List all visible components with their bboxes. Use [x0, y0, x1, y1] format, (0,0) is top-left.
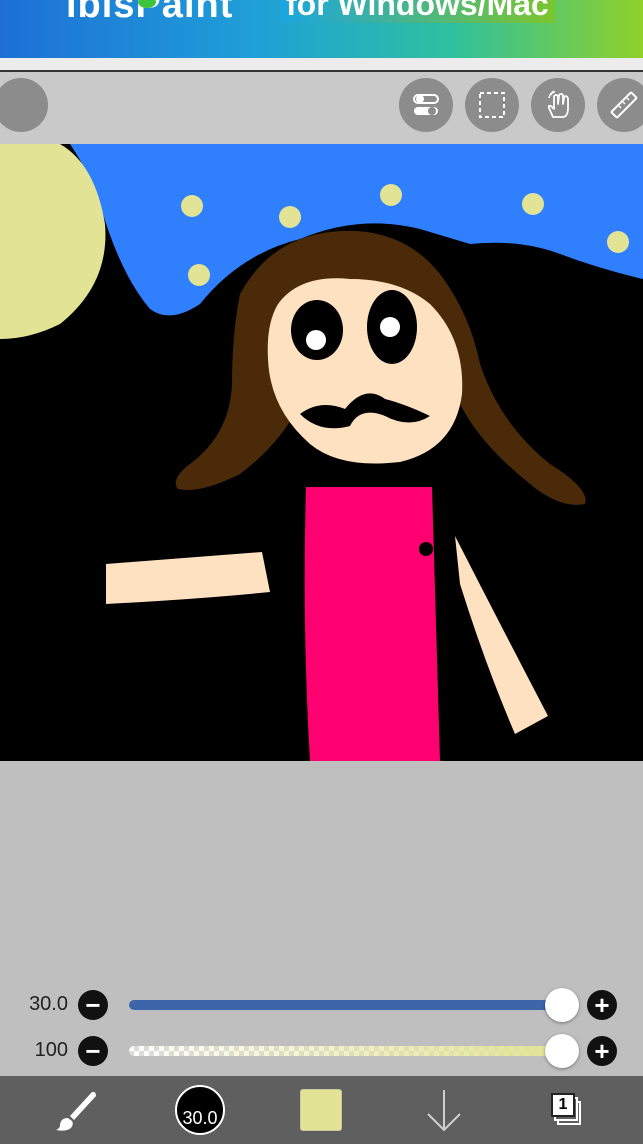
opacity-slider: 100 − + — [0, 1031, 643, 1071]
hand-icon — [547, 90, 569, 118]
plus-icon: + — [594, 1036, 610, 1066]
bottom-toolbar: 30.0 1 — [0, 1076, 643, 1144]
plus-icon: + — [594, 990, 610, 1020]
minus-icon: − — [85, 990, 101, 1020]
ruler-button[interactable] — [597, 78, 643, 132]
banner-divider — [0, 58, 643, 72]
artwork — [0, 144, 643, 761]
opacity-track[interactable] — [129, 1046, 562, 1056]
shirt — [304, 487, 440, 761]
ruler-icon — [610, 91, 638, 119]
brush-size-slider: 30.0 − + — [0, 985, 643, 1025]
brush-size-indicator: 30.0 — [175, 1085, 225, 1135]
banner-slogan: for Windows/Mac — [280, 0, 555, 23]
opacity-value: 100 — [34, 1039, 68, 1061]
toggle-icon — [413, 94, 439, 115]
hand-button[interactable] — [531, 78, 585, 132]
brush-size-knob[interactable] — [545, 988, 579, 1022]
down-arrow-icon — [427, 1090, 461, 1132]
brush-size-button[interactable]: 30.0 — [170, 1076, 230, 1144]
top-toolbar — [0, 72, 643, 144]
color-button[interactable] — [295, 1076, 347, 1144]
menu-button[interactable] — [0, 78, 48, 132]
brush-size-track[interactable] — [129, 1000, 562, 1010]
star — [522, 193, 544, 215]
selection-icon — [479, 92, 505, 118]
minus-icon: − — [85, 1036, 101, 1066]
opacity-decrease-button[interactable]: − — [78, 1036, 108, 1066]
brush-size-value: 30.0 — [29, 993, 68, 1015]
layers-count: 1 — [551, 1093, 575, 1117]
brush-icon — [56, 1091, 96, 1131]
layers-button[interactable]: 1 — [540, 1076, 592, 1144]
left-eye — [291, 300, 343, 360]
merge-down-button[interactable] — [418, 1076, 470, 1144]
toggle-button[interactable] — [399, 78, 453, 132]
opacity-knob[interactable] — [545, 1034, 579, 1068]
current-color-swatch — [300, 1089, 342, 1131]
star — [279, 206, 301, 228]
opacity-increase-button[interactable]: + — [587, 1036, 617, 1066]
drawing-canvas[interactable] — [0, 144, 643, 761]
star — [607, 231, 629, 253]
brush-size-decrease-button[interactable]: − — [78, 990, 108, 1020]
star — [188, 264, 210, 286]
star — [181, 195, 203, 217]
brush-tool-button[interactable] — [46, 1076, 106, 1144]
star — [380, 184, 402, 206]
ad-banner[interactable]: ibisPaint for Windows/Mac — [0, 0, 643, 58]
brush-size-increase-button[interactable]: + — [587, 990, 617, 1020]
layers-icon: 1 — [546, 1090, 586, 1130]
selection-button[interactable] — [465, 78, 519, 132]
